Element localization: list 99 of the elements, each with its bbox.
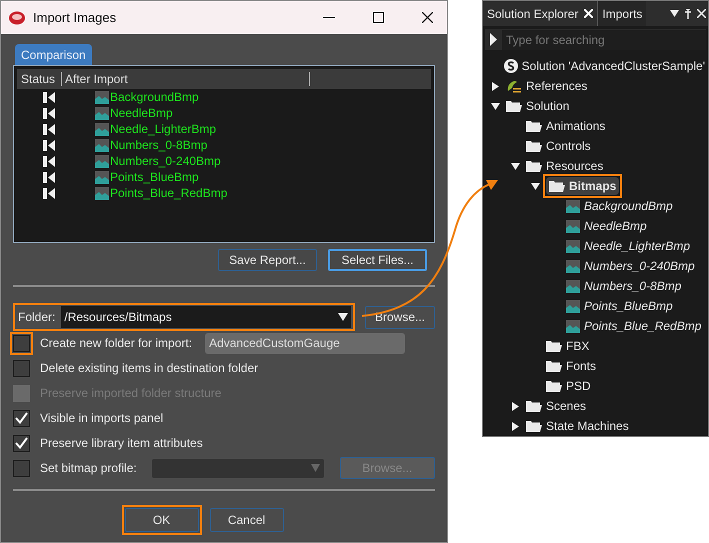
- import-status-icon: [43, 124, 55, 134]
- table-cell-text: Points_Blue_RedBmp: [110, 185, 228, 202]
- tree-item[interactable]: Numbers_0-240Bmp: [566, 257, 695, 275]
- collapsed-arrow-icon[interactable]: [491, 82, 500, 90]
- checkbox[interactable]: [13, 410, 30, 426]
- option-label: Visible in imports panel: [40, 410, 164, 427]
- expanded-arrow-icon[interactable]: [491, 102, 500, 110]
- tree-item[interactable]: Bitmaps: [546, 177, 620, 195]
- tree-item[interactable]: Resources: [526, 157, 604, 175]
- import-status-icon: [43, 188, 55, 198]
- option-label: Preserve library item attributes: [40, 435, 203, 452]
- expanded-arrow-icon[interactable]: [531, 182, 540, 190]
- folder-dropdown[interactable]: /Resources/Bitmaps: [61, 306, 352, 328]
- image-icon: [566, 300, 580, 312]
- maximize-icon[interactable]: [373, 12, 384, 23]
- tree-item[interactable]: References: [506, 77, 588, 95]
- image-icon: [566, 240, 580, 252]
- dropdown-arrow-icon: [338, 313, 348, 321]
- dropdown-arrow-icon[interactable]: [670, 10, 679, 17]
- tree-item[interactable]: Scenes: [526, 397, 586, 415]
- checkmark-icon: [15, 437, 28, 449]
- table-cell-text: Numbers_0-8Bmp: [110, 137, 208, 154]
- table-cell-text: NeedleBmp: [110, 105, 173, 122]
- expand-arrow-icon[interactable]: [489, 33, 498, 46]
- collapsed-arrow-icon[interactable]: [511, 402, 520, 410]
- image-icon: [95, 90, 109, 104]
- dropdown-arrow-icon: [310, 464, 320, 472]
- tree-item[interactable]: PSD: [546, 377, 591, 395]
- image-icon: [95, 154, 109, 168]
- checkmark-icon: [15, 412, 28, 424]
- image-icon: [566, 260, 580, 272]
- checkbox[interactable]: [13, 434, 30, 452]
- import-status-icon: [43, 108, 55, 118]
- app-logo-icon: [9, 10, 25, 26]
- import-status-icon: [43, 156, 55, 166]
- dialog-button[interactable]: Select Files...: [328, 249, 427, 271]
- checkbox[interactable]: [13, 360, 30, 376]
- folder-icon: [546, 360, 562, 372]
- import-status-icon: [43, 92, 55, 102]
- image-icon: [95, 170, 109, 184]
- option-label: Set bitmap profile:: [40, 460, 137, 477]
- search-field[interactable]: Type for searching: [502, 30, 706, 50]
- tab[interactable]: Comparison: [15, 44, 92, 65]
- image-icon: [95, 186, 109, 200]
- tree-item[interactable]: Animations: [526, 117, 606, 135]
- import-status-icon: [43, 140, 55, 150]
- image-icon: [566, 220, 580, 232]
- image-icon: [95, 138, 109, 152]
- image-icon: [566, 320, 580, 332]
- checkbox[interactable]: [13, 460, 30, 476]
- tree-item[interactable]: BackgroundBmp: [566, 197, 673, 215]
- folder-name-field[interactable]: AdvancedCustomGauge: [205, 332, 406, 354]
- tree-item[interactable]: Numbers_0-8Bmp: [566, 277, 682, 295]
- tree-item[interactable]: State Machines: [526, 417, 629, 435]
- folder-icon: [526, 160, 542, 172]
- folder-icon: [526, 420, 542, 432]
- option-label: Delete existing items in destination folder: [40, 360, 258, 377]
- tree-item[interactable]: Points_Blue_RedBmp: [566, 317, 702, 335]
- image-icon: [566, 200, 580, 212]
- folder-label: Folder:: [17, 309, 56, 326]
- folder-icon: [546, 340, 562, 352]
- collapsed-arrow-icon[interactable]: [511, 422, 520, 430]
- folder-icon: [526, 140, 542, 152]
- tree-item[interactable]: Points_BlueBmp: [566, 297, 673, 315]
- window-title: Import Images: [33, 8, 116, 27]
- solution-icon: [504, 59, 518, 73]
- option-label: Create new folder for import:: [40, 335, 192, 352]
- tree-item[interactable]: FBX: [546, 337, 590, 355]
- dialog-button[interactable]: OK: [124, 508, 198, 532]
- image-icon: [95, 122, 109, 136]
- pin-icon[interactable]: [684, 8, 692, 18]
- table-cell-text: Points_BlueBmp: [110, 169, 199, 186]
- minimize-icon[interactable]: [323, 16, 335, 18]
- table-cell-text: BackgroundBmp: [110, 89, 199, 106]
- tree-item[interactable]: Solution: [506, 97, 570, 115]
- browse-button[interactable]: Browse...: [365, 306, 435, 328]
- column-header[interactable]: After Import: [62, 72, 310, 86]
- image-icon: [566, 280, 580, 292]
- table-cell-text: Numbers_0-240Bmp: [110, 153, 221, 170]
- import-status-icon: [43, 172, 55, 182]
- folder-icon: [549, 180, 565, 192]
- folder-icon: [526, 400, 542, 412]
- tree-item[interactable]: NeedleBmp: [566, 217, 647, 235]
- dialog-button[interactable]: Cancel: [210, 508, 284, 532]
- panel-tab[interactable]: Imports: [598, 1, 646, 26]
- tree-item[interactable]: Solution 'AdvancedClusterSample': [504, 57, 705, 75]
- column-header[interactable]: Status: [17, 72, 62, 86]
- tree-item[interactable]: Controls: [526, 137, 591, 155]
- folder-icon: [506, 100, 522, 112]
- expanded-arrow-icon[interactable]: [511, 162, 520, 170]
- close-icon[interactable]: [422, 12, 433, 23]
- image-icon: [95, 106, 109, 120]
- tree-item[interactable]: Fonts: [546, 357, 596, 375]
- folder-icon: [546, 380, 562, 392]
- folder-icon: [526, 120, 542, 132]
- dialog-button[interactable]: Save Report...: [218, 249, 317, 271]
- tree-item[interactable]: Needle_LighterBmp: [566, 237, 690, 255]
- table-cell-text: Needle_LighterBmp: [110, 121, 216, 138]
- reference-icon: [506, 79, 522, 93]
